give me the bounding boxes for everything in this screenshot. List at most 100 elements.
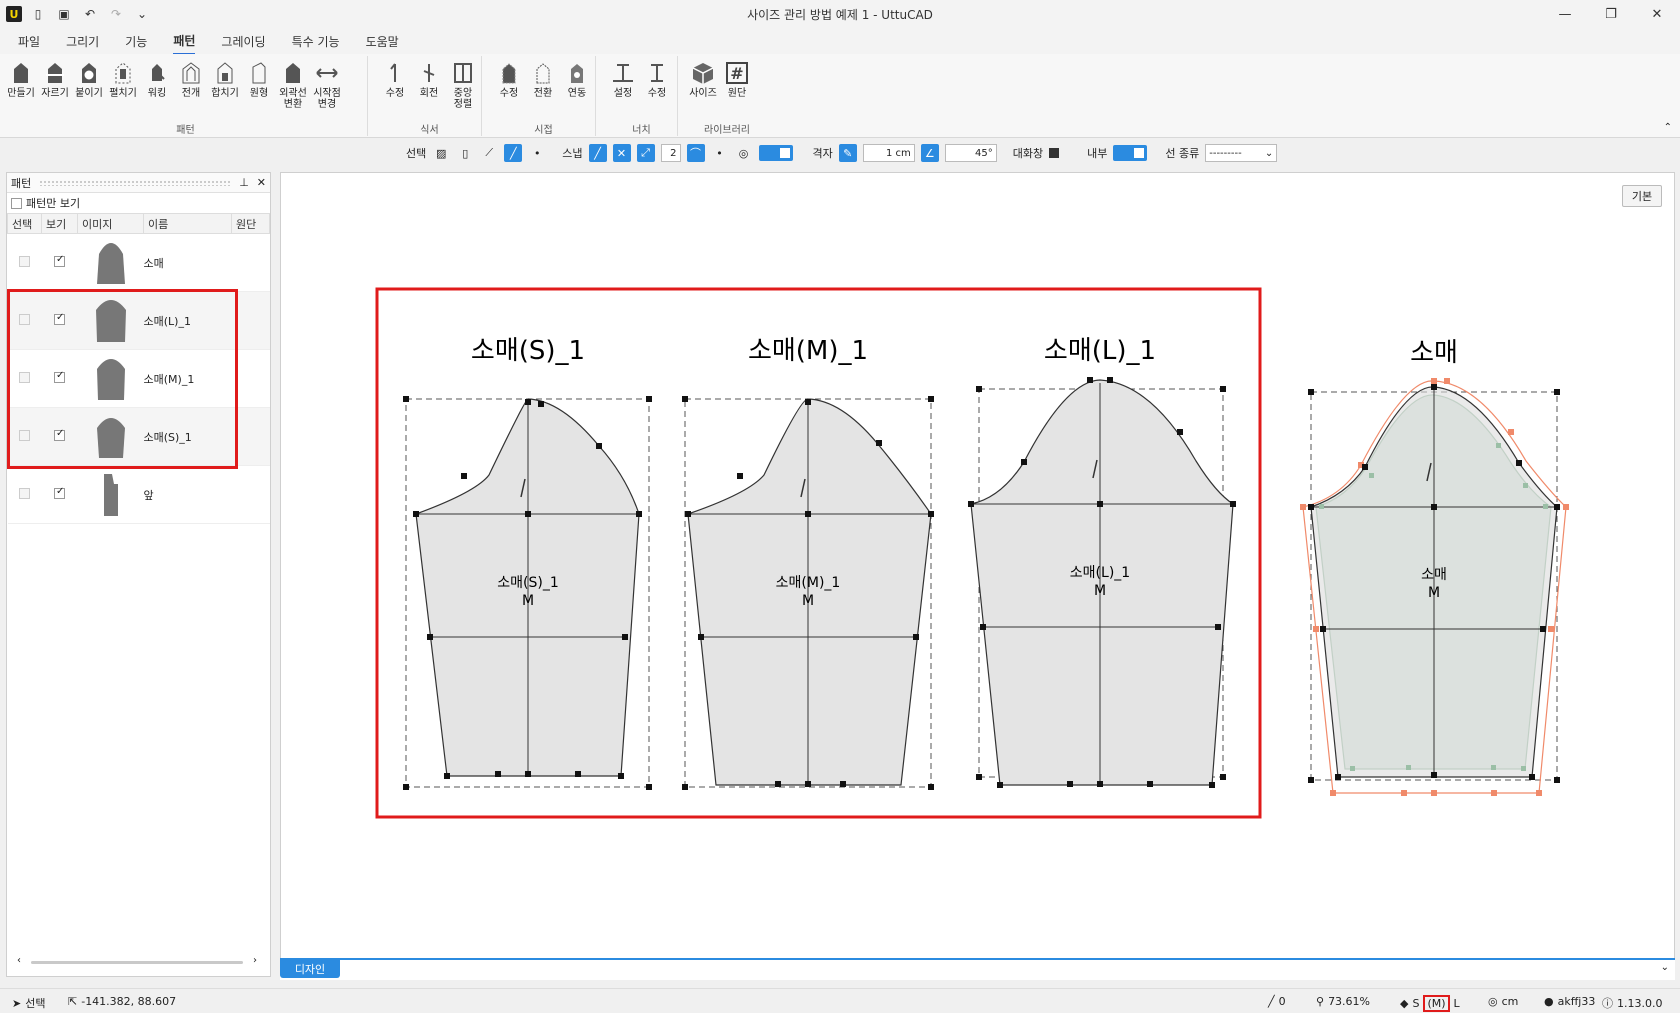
pattern-piece-s[interactable]: 소매(S)_1 소매(S)_1 M <box>403 336 652 790</box>
grain-edit-button[interactable]: 수정 <box>378 56 412 120</box>
tab-special[interactable]: 특수 기능 <box>292 29 340 54</box>
image-icon[interactable]: ▨ <box>432 144 450 162</box>
unfold-button[interactable]: 펼치기 <box>106 56 140 120</box>
drag-handle[interactable] <box>39 179 232 186</box>
expand-button[interactable]: 전개 <box>174 56 208 120</box>
snap-center-icon[interactable]: ◎ <box>735 144 753 162</box>
seam-edit-label: 수정 <box>499 88 519 99</box>
row-select-checkbox[interactable] <box>19 487 30 499</box>
panel-close-icon[interactable]: ✕ <box>257 176 266 189</box>
row-visible-checkbox[interactable] <box>54 312 65 325</box>
angle-icon[interactable]: ∠ <box>920 144 939 162</box>
restore-icon[interactable]: ❐ <box>1588 0 1634 28</box>
piece-select-icon[interactable]: ▯ <box>456 144 474 162</box>
size-cube-icon <box>691 60 715 86</box>
grain-rotate-button[interactable]: 회전 <box>412 56 446 120</box>
table-row[interactable]: 소매 <box>7 233 270 292</box>
pattern-piece-l[interactable]: 소매(L)_1 소매(L)_1 M <box>968 336 1236 788</box>
row-visible-checkbox[interactable] <box>54 428 65 441</box>
row-visible-checkbox[interactable] <box>54 370 65 383</box>
status-version: ⓘ 1.13.0.0 <box>1602 995 1662 1011</box>
inner-toggle[interactable] <box>1113 145 1148 161</box>
table-row[interactable]: 앞 <box>7 465 270 524</box>
current-size-box[interactable]: (M) <box>1423 995 1450 1012</box>
tab-menu-chevron-icon[interactable]: ⌄ <box>1661 962 1669 973</box>
line-type-select[interactable]: --------- ⌄ <box>1205 144 1278 162</box>
scroll-left-icon[interactable]: ‹ <box>17 955 21 966</box>
snap-divide-input[interactable]: 2 <box>660 144 681 162</box>
pattern-piece-m[interactable]: 소매(M)_1 소매(M)_1 M <box>682 336 934 790</box>
seam-switch-button[interactable]: 전환 <box>526 56 560 120</box>
snap-line-icon[interactable]: ╱ <box>588 144 607 162</box>
size-library-button[interactable]: 사이즈 <box>686 56 720 120</box>
row-select-checkbox[interactable] <box>19 313 30 325</box>
row-name: 소매 <box>143 233 232 292</box>
pin-icon[interactable]: ⊥ <box>239 176 249 189</box>
row-select-checkbox[interactable] <box>19 429 30 441</box>
col-visible[interactable]: 보기 <box>41 213 78 234</box>
fabric-library-button[interactable]: # 원단 <box>720 56 754 120</box>
horizontal-scrollbar[interactable]: ‹ › <box>17 955 257 966</box>
grid-ruler-icon[interactable]: ✎ <box>838 144 857 162</box>
row-visible-checkbox[interactable] <box>54 486 65 499</box>
tab-pattern[interactable]: 패턴 <box>173 28 196 55</box>
tab-function[interactable]: 기능 <box>125 29 147 54</box>
title-bar: U ▯ ▣ ↶ ↷ ⌄ 사이즈 관리 방법 예제 1 - UttuCAD — ❐… <box>0 0 1680 28</box>
scroll-right-icon[interactable]: › <box>253 955 257 966</box>
table-row[interactable]: 소매(S)_1 <box>7 407 270 466</box>
show-only-pattern-checkbox[interactable] <box>11 197 22 209</box>
attach-button[interactable]: 붙이기 <box>72 56 106 120</box>
merge-button[interactable]: 합치기 <box>208 56 242 120</box>
seam-link-button[interactable]: 연동 <box>560 56 594 120</box>
outline-convert-button[interactable]: 외곽선 변환 <box>276 56 310 120</box>
make-button[interactable]: 만들기 <box>4 56 38 120</box>
cut-label: 자르기 <box>41 88 69 99</box>
piece-label: 소매(L)_1 <box>1070 565 1130 581</box>
col-fabric[interactable]: 원단 <box>231 213 270 234</box>
snap-point-icon[interactable]: • <box>711 144 729 162</box>
original-button[interactable]: 원형 <box>242 56 276 120</box>
angle-input[interactable]: 45° <box>944 144 997 162</box>
row-select-checkbox[interactable] <box>19 255 30 267</box>
col-select[interactable]: 선택 <box>7 213 42 234</box>
notch-set-button[interactable]: 설정 <box>606 56 640 120</box>
status-zoom[interactable]: ⚲ 73.61% <box>1316 995 1370 1008</box>
tab-draw[interactable]: 그리기 <box>66 29 99 54</box>
minimize-icon[interactable]: — <box>1542 0 1588 28</box>
cut-button[interactable]: 자르기 <box>38 56 72 120</box>
seam-edit-button[interactable]: 수정 <box>492 56 526 120</box>
table-row[interactable]: 소매(L)_1 <box>7 291 270 350</box>
point-select-icon[interactable]: • <box>528 144 546 162</box>
line-select-icon[interactable]: ╱ <box>504 144 523 162</box>
design-canvas[interactable]: 기본 소매(S)_1 소매(S)_1 M 소매(M)_1 소매(M)_1 M 소… <box>280 172 1675 960</box>
ribbon: 만들기 자르기 붙이기 펼치기 워킹 전개 합치기 원형 외곽선 변환 시작점 … <box>0 54 1680 138</box>
row-visible-checkbox[interactable] <box>54 254 65 267</box>
dialog-toggle[interactable] <box>1049 148 1060 158</box>
col-image[interactable]: 이미지 <box>77 213 144 234</box>
piece-label: 소매(M)_1 <box>776 575 841 591</box>
snap-cross-icon[interactable]: ✕ <box>612 144 631 162</box>
table-row[interactable]: 소매(M)_1 <box>7 349 270 408</box>
snap-divide-icon[interactable]: ⤢ <box>636 144 655 162</box>
tab-design[interactable]: 디자인 <box>280 960 340 978</box>
notch-edit-button[interactable]: 수정 <box>640 56 674 120</box>
pattern-piece-base[interactable]: 소매 소매 M <box>1300 338 1569 796</box>
col-name[interactable]: 이름 <box>143 213 232 234</box>
status-size[interactable]: ◆ S (M) L <box>1400 995 1460 1012</box>
row-select-checkbox[interactable] <box>19 371 30 383</box>
snap-toggle[interactable] <box>758 145 793 161</box>
grid-size-input[interactable]: 1 cm <box>862 144 915 162</box>
collapse-ribbon-icon[interactable]: ⌃ <box>1664 122 1672 133</box>
unfold-icon <box>111 60 135 86</box>
tab-grading[interactable]: 그레이딩 <box>221 29 265 54</box>
tab-file[interactable]: 파일 <box>18 29 40 54</box>
tab-help[interactable]: 도움말 <box>366 29 399 54</box>
walking-button[interactable]: 워킹 <box>140 56 174 120</box>
change-start-button[interactable]: 시작점 변경 <box>310 56 344 120</box>
close-icon[interactable]: ✕ <box>1634 0 1680 28</box>
status-unit[interactable]: ◎ cm <box>1488 995 1518 1008</box>
ribbon-group-notch: 설정 수정 너치 <box>606 56 678 136</box>
grain-center-button[interactable]: 중앙 정렬 <box>446 56 480 120</box>
polyline-icon[interactable]: ⟋ <box>480 144 498 162</box>
snap-curve-icon[interactable]: ⌒ <box>686 144 705 162</box>
